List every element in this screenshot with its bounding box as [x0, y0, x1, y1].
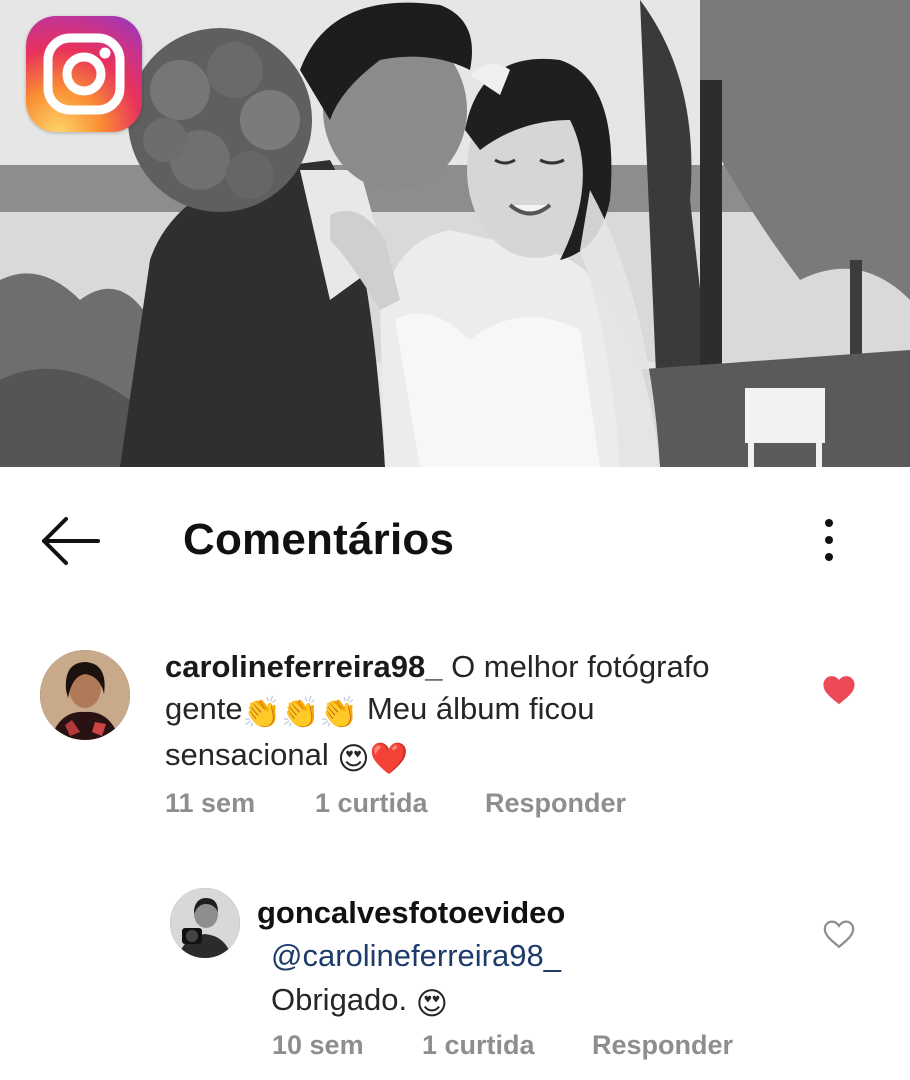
comment-meta: 11 sem 1 curtida Responder	[165, 788, 765, 822]
reply-button[interactable]: Responder	[592, 1030, 733, 1061]
comment-username[interactable]: carolineferreira98_	[165, 649, 442, 684]
reply-comment-item: goncalvesfotoevideo @carolineferreira98_…	[0, 880, 910, 1080]
heart-eyes-emoji: 😍❤️	[337, 741, 409, 776]
like-button[interactable]	[822, 918, 856, 950]
post-photo	[0, 0, 910, 467]
comment-item: carolineferreira98_ O melhor fotógrafo g…	[0, 640, 910, 830]
comment-meta: 10 sem 1 curtida Responder	[272, 1030, 872, 1064]
comment-body-line2a: gente	[165, 691, 243, 726]
back-button[interactable]	[36, 511, 106, 571]
reply-text: goncalvesfotoevideo @carolineferreira98_…	[257, 892, 797, 1026]
page-title: Comentários	[183, 515, 455, 564]
instagram-logo	[26, 16, 142, 132]
mention-link[interactable]: @carolineferreira98_	[271, 938, 561, 973]
heart-eyes-emoji: 😍	[415, 986, 449, 1021]
comment-like-count[interactable]: 1 curtida	[315, 788, 428, 819]
reply-button[interactable]: Responder	[485, 788, 626, 819]
like-button[interactable]	[822, 674, 856, 706]
reply-body: Obrigado.	[271, 982, 416, 1017]
more-options-button[interactable]	[810, 513, 848, 567]
clapping-emoji: 👏👏👏	[242, 695, 359, 730]
comment-text: carolineferreira98_ O melhor fotógrafo g…	[165, 646, 805, 780]
comment-body-line3: sensacional	[165, 737, 338, 772]
comments-header: Comentários	[0, 467, 910, 617]
comment-body-line1: O melhor fotógrafo	[442, 649, 710, 684]
heart-outline-icon	[823, 920, 855, 949]
comment-timestamp: 10 sem	[272, 1030, 364, 1060]
comment-like-count[interactable]: 1 curtida	[422, 1030, 535, 1061]
comment-body-line2b: Meu álbum ficou	[358, 691, 595, 726]
avatar[interactable]	[170, 888, 240, 958]
more-vertical-icon	[825, 519, 833, 527]
comment-username[interactable]: goncalvesfotoevideo	[257, 892, 797, 934]
heart-filled-icon	[823, 676, 855, 705]
arrow-left-icon	[42, 517, 100, 565]
comment-timestamp: 11 sem	[165, 788, 256, 818]
avatar[interactable]	[40, 650, 130, 740]
